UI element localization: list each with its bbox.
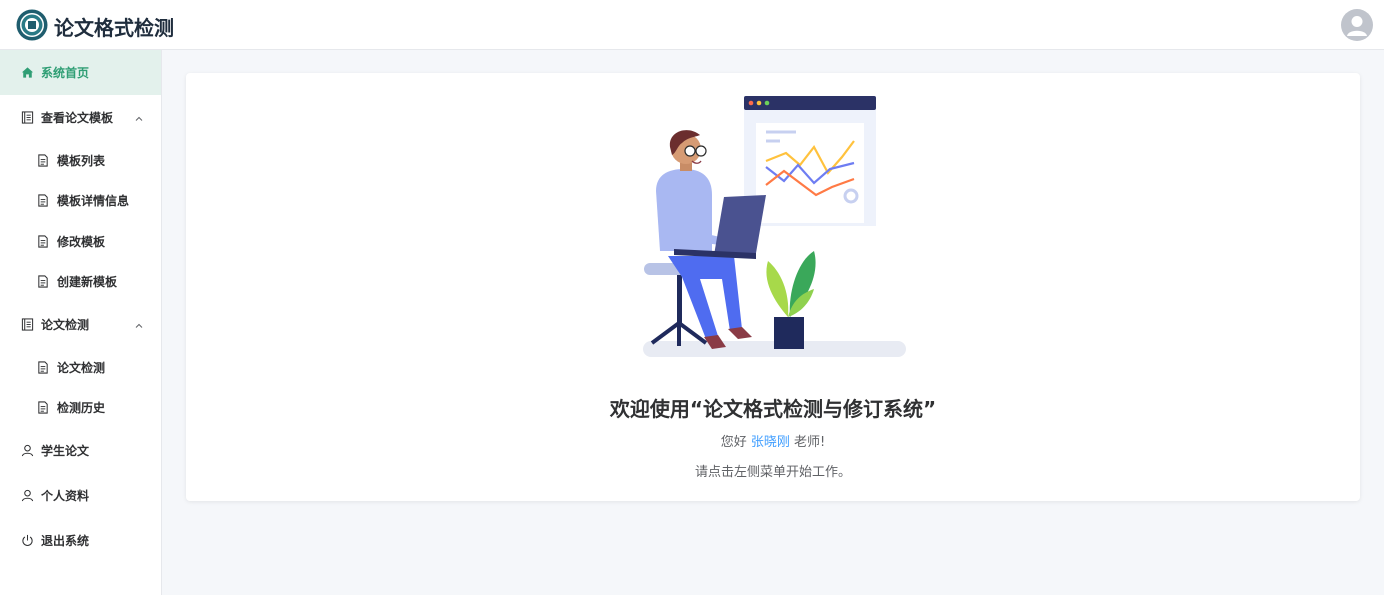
greeting-suffix: 老师! [794,435,826,450]
sidebar-item-label: 系统首页 [41,66,90,80]
top-header: 论文格式检测 [0,0,1384,50]
sidebar-item-edit-template[interactable]: 修改模板 [0,221,161,262]
sidebar-item-template-detail[interactable]: 模板详情信息 [0,181,161,222]
sidebar-item-student-papers[interactable]: 学生论文 [0,428,161,473]
chevron-up-icon [134,320,144,330]
greeting-prefix: 您好 [720,435,747,450]
sidebar-item-label: 模板列表 [57,153,106,168]
university-logo [16,9,48,41]
sidebar-item-label: 创建新模板 [57,275,118,290]
chevron-up-icon [134,113,144,123]
sidebar-group-paper-check[interactable]: 论文检测 [0,302,161,347]
sidebar-item-label: 模板详情信息 [57,194,130,209]
file-icon [36,360,50,374]
user-icon [20,489,34,503]
sidebar-item-label: 论文检测 [57,360,106,375]
welcome-card: 欢迎使用“论文格式检测与修订系统” 您好 张晓刚 老师! 请点击左侧菜单开始工作… [186,73,1360,501]
user-icon [20,444,34,458]
sidebar-item-label: 查看论文模板 [41,111,114,125]
sidebar: 系统首页 查看论文模板 模板列表 模板详情信息 修改模板 创建新模板 论文检测 … [0,50,162,595]
sidebar-item-paper-check[interactable]: 论文检测 [0,347,161,388]
document-list-icon [20,318,34,332]
greeting-line: 您好 张晓刚 老师! [186,431,1360,450]
sidebar-item-label: 检测历史 [57,401,106,416]
sidebar-item-home[interactable]: 系统首页 [0,50,161,95]
file-icon [36,194,50,208]
power-icon [20,534,34,548]
sidebar-item-label: 修改模板 [57,234,106,249]
file-icon [36,401,50,415]
sidebar-item-template-list[interactable]: 模板列表 [0,140,161,181]
file-icon [36,275,50,289]
main-content: 欢迎使用“论文格式检测与修订系统” 您好 张晓刚 老师! 请点击左侧菜单开始工作… [162,50,1384,595]
user-name: 张晓刚 [750,435,790,450]
welcome-title: 欢迎使用“论文格式检测与修订系统” [609,397,937,421]
sidebar-item-label: 退出系统 [41,534,90,548]
app-title: 论文格式检测 [54,16,174,40]
sidebar-item-label: 论文检测 [41,318,90,332]
file-icon [36,234,50,248]
sidebar-item-profile[interactable]: 个人资料 [0,473,161,518]
file-icon [36,153,50,167]
sidebar-group-view-templates[interactable]: 查看论文模板 [0,95,161,140]
sidebar-item-label: 学生论文 [41,444,90,458]
sidebar-item-logout[interactable]: 退出系统 [0,518,161,563]
sidebar-item-label: 个人资料 [41,489,90,503]
welcome-illustration [638,91,918,361]
hint-text: 请点击左侧菜单开始工作。 [694,465,851,480]
sidebar-item-create-template[interactable]: 创建新模板 [0,262,161,303]
avatar[interactable] [1341,9,1373,41]
home-icon [20,66,34,80]
sidebar-item-check-history[interactable]: 检测历史 [0,388,161,429]
document-list-icon [20,111,34,125]
